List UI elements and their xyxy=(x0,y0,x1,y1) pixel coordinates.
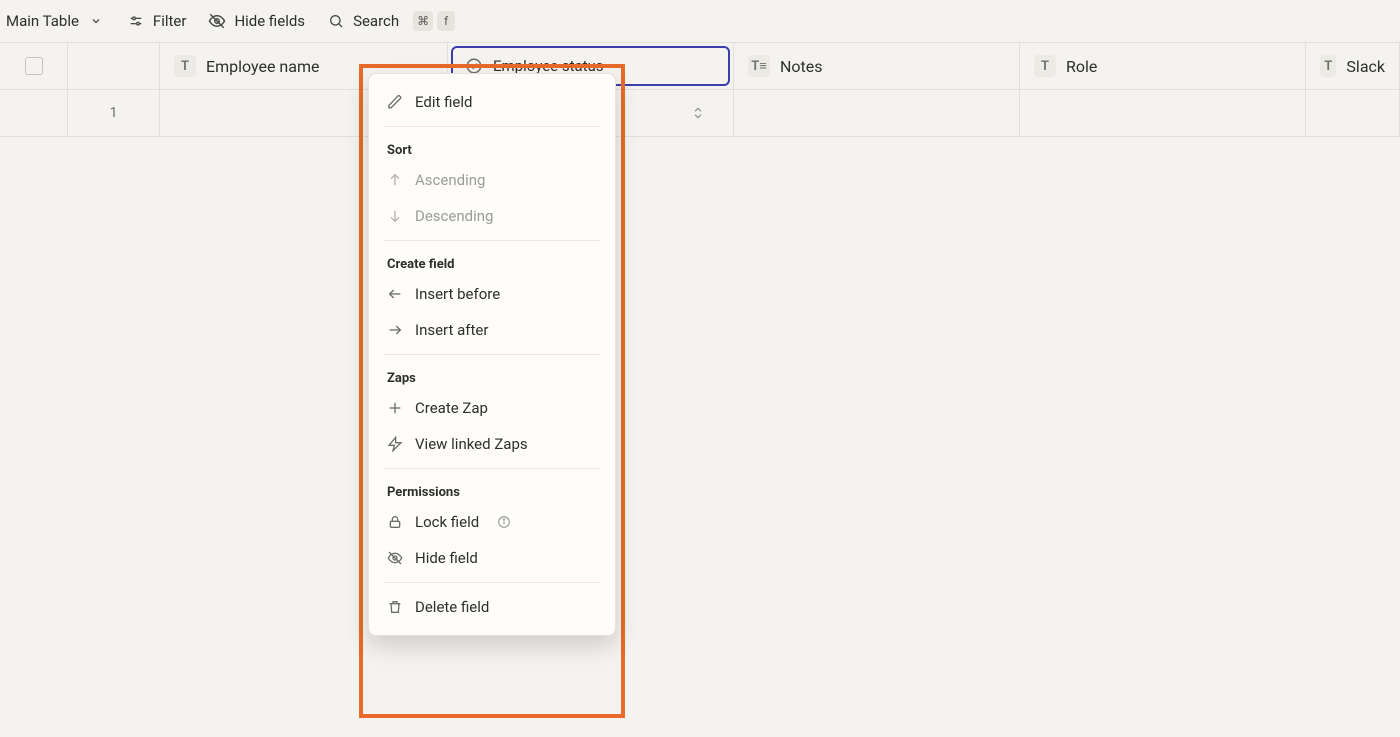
arrow-left-icon xyxy=(387,286,403,302)
table-row: 1 xyxy=(0,90,1400,136)
menu-item-label: Lock field xyxy=(415,513,479,531)
hide-fields-button[interactable]: Hide fields xyxy=(208,12,305,30)
lock-icon xyxy=(387,514,403,530)
column-context-menu: Edit field Sort Ascending Descending Cre… xyxy=(368,73,616,636)
menu-item-label: View linked Zaps xyxy=(415,435,528,453)
select-all-cell[interactable] xyxy=(0,43,68,89)
menu-section-zaps: Zaps xyxy=(369,361,615,390)
eye-off-icon xyxy=(387,550,403,566)
cell-slack[interactable] xyxy=(1306,90,1400,136)
search-shortcut: ⌘ f xyxy=(413,11,455,31)
bolt-icon xyxy=(387,436,403,452)
cell-role[interactable] xyxy=(1020,90,1306,136)
column-label: Notes xyxy=(780,57,823,76)
menu-divider xyxy=(383,126,601,127)
menu-edit-field[interactable]: Edit field xyxy=(369,84,615,120)
menu-insert-after[interactable]: Insert after xyxy=(369,312,615,348)
info-icon xyxy=(497,515,511,529)
menu-lock-field[interactable]: Lock field xyxy=(369,504,615,540)
plus-icon xyxy=(387,400,403,416)
menu-divider xyxy=(383,354,601,355)
menu-item-label: Delete field xyxy=(415,598,489,616)
chevron-down-icon xyxy=(87,12,105,30)
menu-divider xyxy=(383,582,601,583)
arrow-up-icon xyxy=(387,172,403,188)
menu-item-label: Insert before xyxy=(415,285,500,303)
search-label: Search xyxy=(353,12,399,30)
eye-off-icon xyxy=(208,12,226,30)
filter-button[interactable]: Filter xyxy=(127,12,187,30)
menu-hide-field[interactable]: Hide field xyxy=(369,540,615,576)
text-type-icon: T xyxy=(174,55,196,77)
filter-label: Filter xyxy=(153,12,187,30)
data-table: T Employee name Employee status T≡ Notes… xyxy=(0,42,1400,137)
menu-delete-field[interactable]: Delete field xyxy=(369,589,615,625)
kbd-f: f xyxy=(437,11,455,31)
row-number: 1 xyxy=(110,105,118,121)
text-type-icon: T xyxy=(1034,55,1056,77)
column-label: Role xyxy=(1066,57,1097,76)
row-number-cell: 1 xyxy=(68,90,160,136)
menu-item-label: Edit field xyxy=(415,93,473,111)
row-select-cell[interactable] xyxy=(0,90,68,136)
pencil-icon xyxy=(387,94,403,110)
row-number-header xyxy=(68,43,160,89)
menu-divider xyxy=(383,240,601,241)
hide-fields-label: Hide fields xyxy=(234,12,305,30)
checkbox-icon xyxy=(25,57,43,75)
menu-sort-descending[interactable]: Descending xyxy=(369,198,615,234)
kbd-cmd: ⌘ xyxy=(413,11,433,31)
menu-section-sort: Sort xyxy=(369,133,615,162)
menu-divider xyxy=(383,468,601,469)
toolbar: Main Table Filter Hide fields Search ⌘ f xyxy=(0,0,1400,42)
search-icon xyxy=(327,12,345,30)
menu-insert-before[interactable]: Insert before xyxy=(369,276,615,312)
column-label: Employee name xyxy=(206,57,319,76)
cell-notes[interactable] xyxy=(734,90,1020,136)
menu-item-label: Insert after xyxy=(415,321,488,339)
arrow-right-icon xyxy=(387,322,403,338)
menu-section-create: Create field xyxy=(369,247,615,276)
column-label: Slack xyxy=(1346,57,1385,76)
view-name: Main Table xyxy=(6,12,79,30)
arrow-down-icon xyxy=(387,208,403,224)
menu-item-label: Hide field xyxy=(415,549,478,567)
trash-icon xyxy=(387,599,403,615)
view-switcher[interactable]: Main Table xyxy=(6,12,105,30)
menu-item-label: Create Zap xyxy=(415,399,488,417)
long-text-type-icon: T≡ xyxy=(748,55,770,77)
menu-create-zap[interactable]: Create Zap xyxy=(369,390,615,426)
menu-view-zaps[interactable]: View linked Zaps xyxy=(369,426,615,462)
column-header-role[interactable]: T Role xyxy=(1020,43,1306,89)
expand-select-icon[interactable] xyxy=(691,104,705,122)
menu-section-permissions: Permissions xyxy=(369,475,615,504)
filter-icon xyxy=(127,12,145,30)
menu-item-label: Descending xyxy=(415,207,493,225)
column-header-slack[interactable]: T Slack xyxy=(1306,43,1400,89)
menu-sort-ascending[interactable]: Ascending xyxy=(369,162,615,198)
menu-item-label: Ascending xyxy=(415,171,485,189)
search-button[interactable]: Search ⌘ f xyxy=(327,11,455,31)
table-header-row: T Employee name Employee status T≡ Notes… xyxy=(0,43,1400,90)
column-header-notes[interactable]: T≡ Notes xyxy=(734,43,1020,89)
text-type-icon: T xyxy=(1320,55,1336,77)
